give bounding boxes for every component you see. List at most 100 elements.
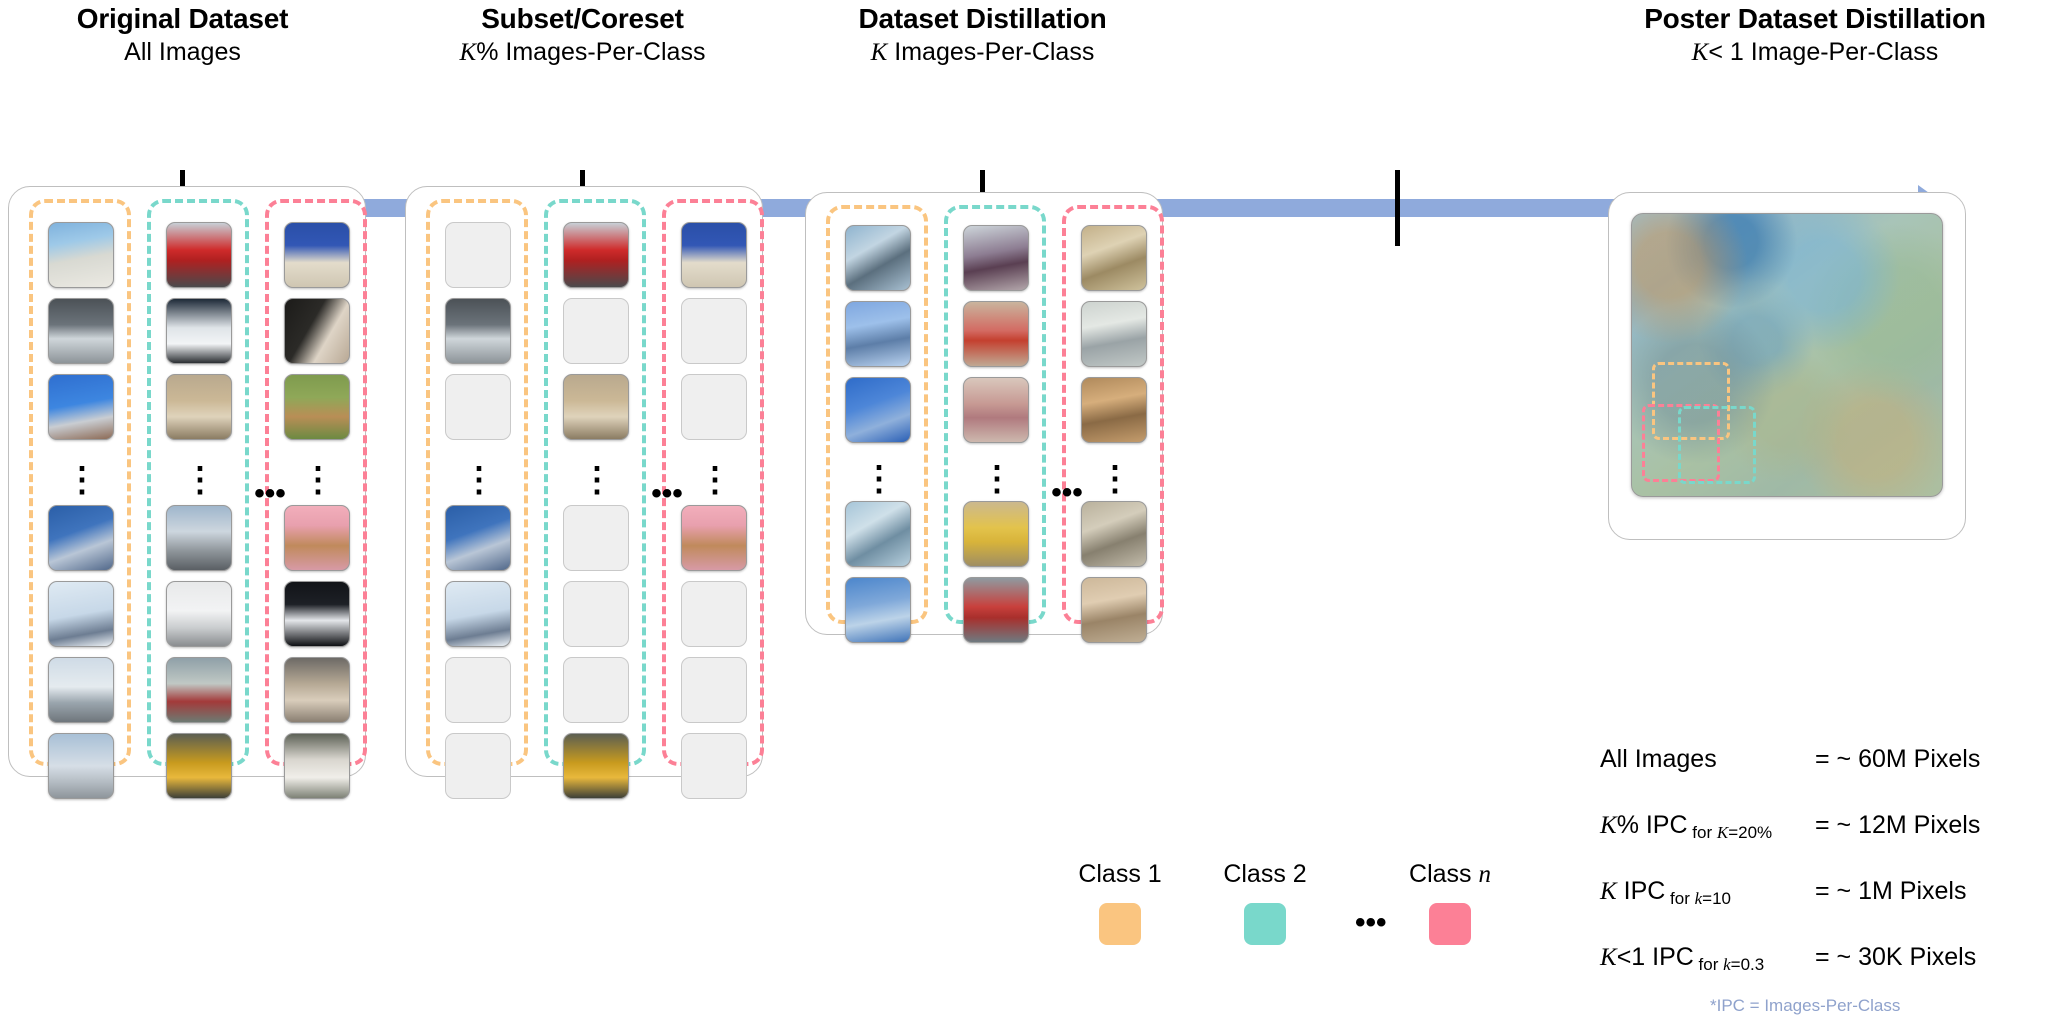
legend-item-classn: Class n — [1390, 860, 1510, 945]
pixel-count-row: K% IPC for K=20% = ~ 12M Pixels — [1600, 811, 2045, 877]
dataset-image — [284, 581, 350, 647]
dataset-image — [284, 222, 350, 288]
panel-subset-coreset: ⋮ ⋮ ⋮ ••• — [405, 186, 764, 799]
poster-region-class2 — [1678, 406, 1756, 484]
vertical-ellipsis: ⋮ — [65, 461, 99, 499]
legend-item-class2: Class 2 — [1205, 860, 1325, 945]
dataset-image — [681, 222, 747, 288]
dataset-image — [681, 505, 747, 571]
empty-slot — [445, 374, 511, 440]
poster-distilled-image — [1631, 213, 1943, 497]
column-header-original: Original Dataset All Images — [0, 4, 365, 66]
pixel-count-value: = ~ 60M Pixels — [1815, 745, 1981, 773]
panel-dataset-distillation: ⋮ ⋮ ⋮ ••• — [805, 192, 1164, 643]
dataset-image — [166, 298, 232, 364]
column-subtitle: K< 1 Image-Per-Class — [1691, 38, 1939, 67]
dataset-image — [563, 733, 629, 799]
column-header-subset: Subset/Coreset K% Images-Per-Class — [400, 4, 765, 67]
empty-slot — [681, 298, 747, 364]
legend-label: Class 1 — [1078, 860, 1162, 888]
distilled-image — [1081, 225, 1147, 291]
empty-slot — [445, 222, 511, 288]
distilled-image — [845, 377, 911, 443]
pixel-count-label: K IPC for k=10 — [1600, 877, 1731, 908]
column-subtitle: All Images — [124, 38, 241, 67]
dataset-image — [166, 505, 232, 571]
empty-slot — [563, 581, 629, 647]
dataset-image — [48, 222, 114, 288]
column-title: Original Dataset — [76, 3, 289, 34]
class-color-legend: Class 1 Class 2 ••• Class n — [1060, 860, 1520, 990]
vertical-ellipsis: ⋮ — [862, 460, 896, 498]
distilled-image — [963, 225, 1029, 291]
empty-slot — [681, 374, 747, 440]
dataset-image — [48, 581, 114, 647]
dataset-image — [48, 374, 114, 440]
pixel-count-label: All Images — [1600, 745, 1717, 773]
dataset-image — [48, 298, 114, 364]
dataset-image — [445, 505, 511, 571]
dataset-image — [445, 298, 511, 364]
column-title: Subset/Coreset — [481, 3, 684, 34]
distilled-image — [1081, 377, 1147, 443]
distilled-image — [1081, 577, 1147, 643]
legend-swatch-class2 — [1244, 903, 1286, 945]
dataset-image — [48, 733, 114, 799]
vertical-ellipsis: ⋮ — [183, 461, 217, 499]
dataset-image — [284, 657, 350, 723]
empty-slot — [681, 657, 747, 723]
distilled-image — [845, 501, 911, 567]
vertical-ellipsis: ⋮ — [580, 461, 614, 499]
timeline-axis — [0, 85, 2045, 246]
distilled-image — [845, 577, 911, 643]
vertical-ellipsis: ⋮ — [462, 461, 496, 499]
ipc-footnote: *IPC = Images-Per-Class — [1710, 996, 1901, 1015]
dataset-image — [563, 222, 629, 288]
dataset-image — [166, 222, 232, 288]
distilled-image — [845, 301, 911, 367]
dataset-image — [166, 657, 232, 723]
legend-item-class1: Class 1 — [1060, 860, 1180, 945]
dataset-image — [563, 374, 629, 440]
panel-original-dataset: ⋮ ⋮ ⋮ ••• — [8, 186, 367, 799]
panel-poster-dataset-distillation — [1608, 192, 1966, 540]
dataset-image — [284, 374, 350, 440]
pixel-count-value: = ~ 30K Pixels — [1815, 943, 1977, 971]
pixel-count-value: = ~ 1M Pixels — [1815, 877, 1967, 905]
empty-slot — [445, 657, 511, 723]
dataset-image — [284, 733, 350, 799]
distilled-image — [963, 501, 1029, 567]
vertical-ellipsis: ⋮ — [980, 460, 1014, 498]
dataset-image — [166, 733, 232, 799]
legend-swatch-class1 — [1099, 903, 1141, 945]
empty-slot — [445, 733, 511, 799]
horizontal-ellipsis: ••• — [1051, 476, 1083, 509]
dataset-image — [48, 657, 114, 723]
dataset-image — [166, 581, 232, 647]
horizontal-ellipsis: ••• — [254, 477, 286, 510]
distilled-image — [963, 301, 1029, 367]
pixel-count-label: K<1 IPC for k=0.3 — [1600, 943, 1765, 974]
empty-slot — [681, 581, 747, 647]
timeline-tick-poster — [1395, 170, 1400, 246]
legend-swatch-classn — [1429, 903, 1471, 945]
column-subtitle: K Images-Per-Class — [870, 38, 1095, 67]
empty-slot — [563, 298, 629, 364]
vertical-ellipsis: ⋮ — [698, 461, 732, 499]
column-header-distillation: Dataset Distillation K Images-Per-Class — [800, 4, 1165, 67]
dataset-image — [284, 298, 350, 364]
column-header-poster: Poster Dataset Distillation K< 1 Image-P… — [1585, 4, 2045, 67]
vertical-ellipsis: ⋮ — [1098, 460, 1132, 498]
legend-ellipsis: ••• — [1355, 906, 1387, 939]
distilled-image — [963, 577, 1029, 643]
pixel-count-summary: All Images = ~ 60M Pixels K% IPC for K=2… — [1600, 745, 2045, 1009]
distilled-image — [963, 377, 1029, 443]
vertical-ellipsis: ⋮ — [301, 461, 335, 499]
column-title: Poster Dataset Distillation — [1644, 3, 1986, 34]
dataset-image — [166, 374, 232, 440]
column-subtitle: K% Images-Per-Class — [459, 38, 706, 67]
empty-slot — [681, 733, 747, 799]
dataset-image — [48, 505, 114, 571]
dataset-image — [284, 505, 350, 571]
pixel-count-row: K IPC for k=10 = ~ 1M Pixels — [1600, 877, 2045, 943]
